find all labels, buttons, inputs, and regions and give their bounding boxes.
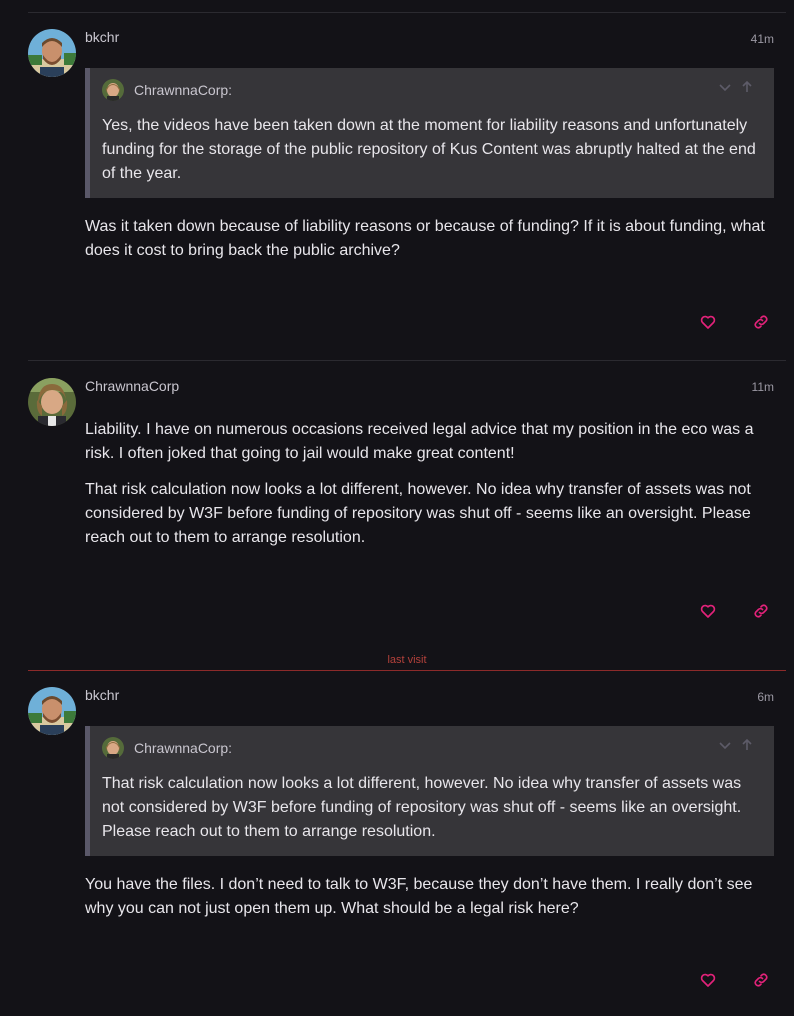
chevron-down-icon[interactable] — [718, 80, 732, 94]
chevron-down-icon[interactable] — [718, 738, 732, 752]
post-2: ChrawnnaCorp 11m Liability. I have on nu… — [0, 360, 794, 660]
post-date[interactable]: 11m — [752, 380, 774, 394]
post-date[interactable]: 41m — [751, 32, 774, 46]
quote-author[interactable]: ChrawnnaCorp: — [134, 82, 232, 98]
quote-text: Yes, the videos have been taken down at … — [102, 117, 756, 182]
link-icon — [754, 973, 768, 987]
quote-avatar-image — [102, 737, 124, 759]
quote-text: That risk calculation now looks a lot di… — [102, 775, 742, 840]
arrow-up-icon[interactable] — [740, 80, 754, 94]
heart-icon — [700, 604, 716, 618]
share-link-button[interactable] — [750, 600, 772, 622]
heart-icon — [700, 315, 716, 329]
post-date[interactable]: 6m — [757, 690, 774, 704]
avatar-bkchr[interactable] — [28, 687, 76, 735]
share-link-button[interactable] — [750, 969, 772, 991]
avatar-chrawnnacorp[interactable] — [28, 378, 76, 426]
avatar-image — [28, 378, 76, 426]
quote-avatar[interactable] — [102, 79, 124, 101]
last-visit-label: last visit — [387, 654, 427, 666]
quote-block: ChrawnnaCorp: That risk calculation now … — [85, 726, 774, 856]
post-paragraph: That risk calculation now looks a lot di… — [85, 481, 751, 546]
heart-icon — [700, 973, 716, 987]
share-link-button[interactable] — [750, 311, 772, 333]
post-body: Liability. I have on numerous occasions … — [85, 418, 775, 562]
post-3: bkchr 6m ChrawnnaCorp: That risk calcula… — [0, 670, 794, 1016]
link-icon — [754, 315, 768, 329]
link-icon — [754, 604, 768, 618]
avatar-image — [28, 29, 76, 77]
quote-controls — [718, 80, 754, 94]
post-paragraph: Liability. I have on numerous occasions … — [85, 421, 754, 462]
arrow-up-icon[interactable] — [740, 738, 754, 752]
like-button[interactable] — [697, 600, 719, 622]
post-paragraph: Was it taken down because of liability r… — [85, 218, 765, 259]
post-username[interactable]: ChrawnnaCorp — [85, 378, 179, 394]
post-username[interactable]: bkchr — [85, 29, 119, 45]
post-1: bkchr 41m ChrawnnaCorp: Yes, the videos … — [0, 0, 794, 360]
like-button[interactable] — [697, 311, 719, 333]
quote-controls — [718, 738, 754, 752]
quote-avatar-image — [102, 79, 124, 101]
quote-author[interactable]: ChrawnnaCorp: — [134, 740, 232, 756]
quote-header: ChrawnnaCorp: — [102, 78, 232, 102]
post-body: Was it taken down because of liability r… — [85, 215, 775, 275]
post-paragraph: You have the files. I don’t need to talk… — [85, 876, 753, 917]
quote-header: ChrawnnaCorp: — [102, 736, 232, 760]
like-button[interactable] — [697, 969, 719, 991]
post-body: You have the files. I don’t need to talk… — [85, 873, 775, 933]
avatar-bkchr[interactable] — [28, 29, 76, 77]
quote-block: ChrawnnaCorp: Yes, the videos have been … — [85, 68, 774, 198]
quote-avatar[interactable] — [102, 737, 124, 759]
avatar-image — [28, 687, 76, 735]
post-username[interactable]: bkchr — [85, 687, 119, 703]
